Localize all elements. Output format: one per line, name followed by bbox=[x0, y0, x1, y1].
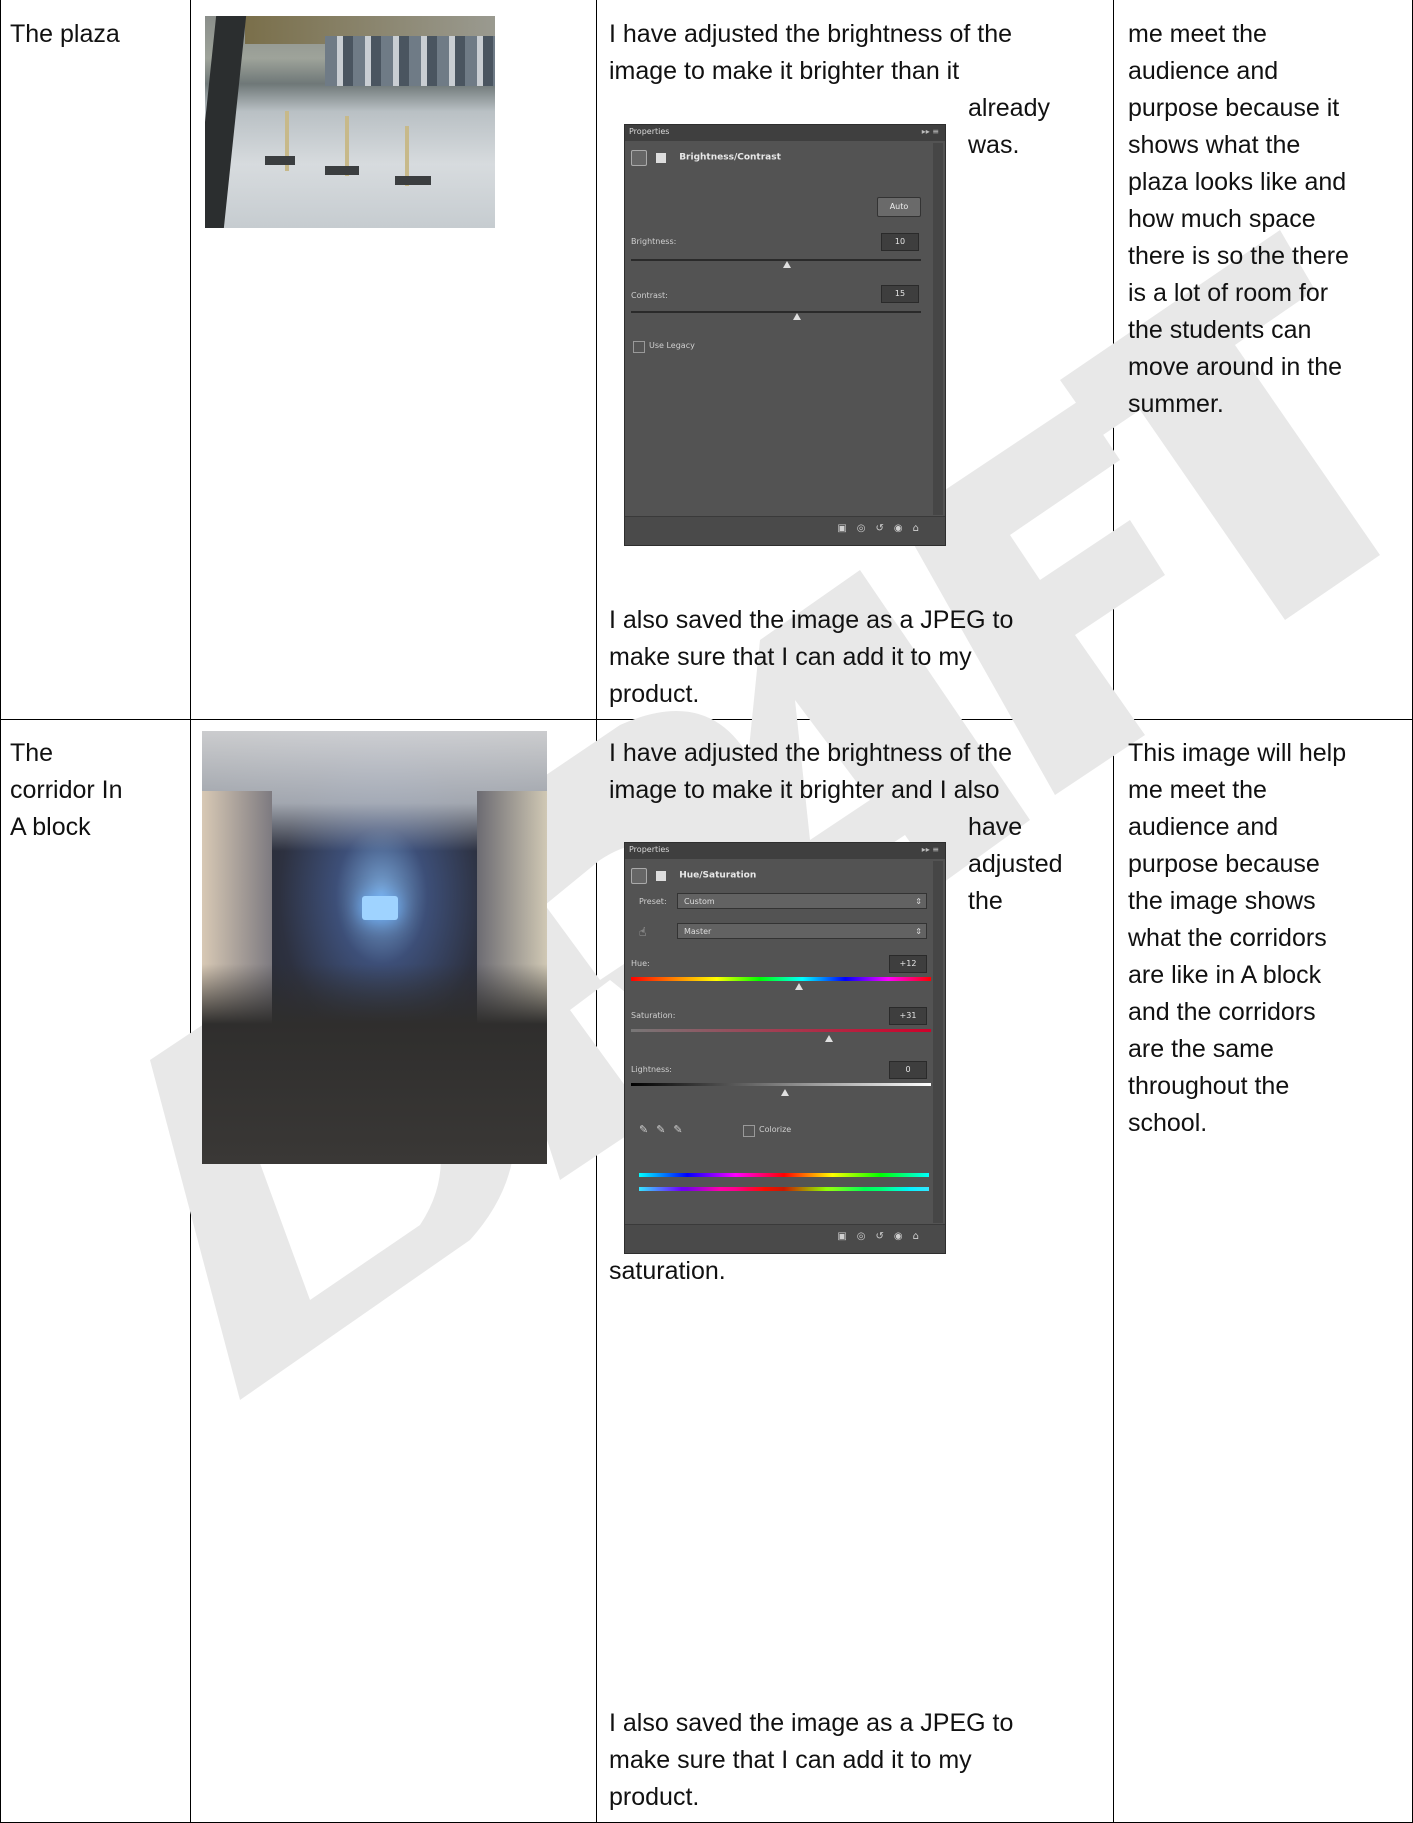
lightness-slider-thumb[interactable] bbox=[781, 1089, 789, 1096]
color-bar-output bbox=[639, 1187, 929, 1191]
panel-menu-icon[interactable]: ▸▸ ≡ bbox=[922, 845, 939, 854]
sun-icon bbox=[631, 149, 647, 166]
colorize-checkbox[interactable] bbox=[743, 1125, 755, 1137]
channel-value: Master bbox=[684, 927, 712, 936]
panel-tabbar: Properties ▸▸ ≡ bbox=[625, 843, 945, 859]
saturation-slider[interactable] bbox=[631, 1029, 931, 1032]
row1-edit-text-top: I have adjusted the brightness of the im… bbox=[609, 20, 1013, 85]
colorize-label: Colorize bbox=[759, 1125, 792, 1134]
row1-reason-text: me meet the audience and purpose because… bbox=[1128, 20, 1349, 418]
photo-light bbox=[362, 896, 398, 920]
corridor-photo bbox=[202, 731, 547, 1164]
contrast-label: Contrast: bbox=[631, 291, 668, 300]
contrast-slider[interactable] bbox=[631, 311, 921, 313]
eyedropper-icons[interactable]: ✎✎✎ bbox=[639, 1123, 691, 1136]
row1-edit-text-bottom: I also saved the image as a JPEG to make… bbox=[609, 606, 1014, 708]
brightness-value[interactable]: 10 bbox=[881, 233, 919, 251]
channel-select[interactable]: Master ⇕ bbox=[677, 923, 927, 939]
hue-icon bbox=[631, 867, 647, 884]
preset-label: Preset: bbox=[639, 897, 667, 906]
brightness-contrast-panel: Properties ▸▸ ≡ Brightness/Contrast Auto… bbox=[624, 124, 946, 546]
color-bar-input bbox=[639, 1173, 929, 1177]
table-border-left bbox=[0, 0, 1, 1823]
brightness-slider-thumb[interactable] bbox=[783, 261, 791, 268]
photo-fence bbox=[205, 16, 247, 228]
lightness-label: Lightness: bbox=[631, 1065, 672, 1074]
mask-icon bbox=[656, 870, 667, 881]
saturation-value[interactable]: +31 bbox=[889, 1007, 927, 1025]
chevron-down-icon: ⇕ bbox=[915, 927, 922, 936]
panel-footer: ▣◎↺◉⌂ bbox=[625, 516, 945, 545]
panel-tab[interactable]: Properties bbox=[629, 127, 669, 136]
panel-header: Hue/Saturation bbox=[631, 865, 925, 887]
mask-icon bbox=[656, 152, 667, 163]
lightness-value[interactable]: 0 bbox=[889, 1061, 927, 1079]
panel-title: Hue/Saturation bbox=[679, 870, 757, 881]
hand-tool-icon[interactable]: ☝ bbox=[639, 925, 646, 939]
preset-select[interactable]: Custom ⇕ bbox=[677, 893, 927, 909]
hue-slider[interactable] bbox=[631, 977, 931, 981]
photo-floor bbox=[202, 964, 547, 1164]
lightness-slider[interactable] bbox=[631, 1083, 931, 1086]
panel-scrollbar[interactable] bbox=[933, 861, 943, 1223]
table-divider-1 bbox=[190, 0, 191, 1823]
row2-reason-text: This image will help me meet the audienc… bbox=[1128, 739, 1347, 1137]
panel-tab[interactable]: Properties bbox=[629, 845, 669, 854]
row1-edit-text-wrap: already was. bbox=[968, 94, 1050, 159]
photo-bench bbox=[325, 166, 359, 175]
panel-footer-icons[interactable]: ▣◎↺◉⌂ bbox=[837, 1231, 929, 1242]
panel-header: Brightness/Contrast bbox=[631, 147, 925, 169]
row1-location-label: The plaza bbox=[10, 20, 120, 48]
contrast-value[interactable]: 15 bbox=[881, 285, 919, 303]
row2-edit-text-bottom: I also saved the image as a JPEG to make… bbox=[609, 1709, 1014, 1811]
chevron-down-icon: ⇕ bbox=[915, 897, 922, 906]
saturation-slider-thumb[interactable] bbox=[825, 1035, 833, 1042]
row2-edit-text-after-panel: saturation. bbox=[609, 1257, 726, 1285]
panel-footer: ▣◎↺◉⌂ bbox=[625, 1224, 945, 1253]
panel-title: Brightness/Contrast bbox=[679, 152, 781, 163]
saturation-label: Saturation: bbox=[631, 1011, 676, 1020]
contrast-slider-thumb[interactable] bbox=[793, 313, 801, 320]
photo-bench bbox=[395, 176, 431, 185]
hue-slider-thumb[interactable] bbox=[795, 983, 803, 990]
panel-menu-icon[interactable]: ▸▸ ≡ bbox=[922, 127, 939, 136]
hue-label: Hue: bbox=[631, 959, 650, 968]
panel-footer-icons[interactable]: ▣◎↺◉⌂ bbox=[837, 523, 929, 534]
brightness-slider[interactable] bbox=[631, 259, 921, 261]
table-divider-3 bbox=[1113, 0, 1114, 1823]
photo-cars bbox=[325, 36, 495, 86]
hue-saturation-panel: Properties ▸▸ ≡ Hue/Saturation Preset: C… bbox=[624, 842, 946, 1254]
auto-button[interactable]: Auto bbox=[877, 197, 921, 217]
plaza-photo bbox=[205, 16, 495, 228]
row2-location-label: The corridor In A block bbox=[10, 739, 123, 841]
panel-tabbar: Properties ▸▸ ≡ bbox=[625, 125, 945, 141]
use-legacy-label: Use Legacy bbox=[649, 341, 695, 350]
hue-value[interactable]: +12 bbox=[889, 955, 927, 973]
row2-edit-text-wrap: have adjusted the bbox=[968, 813, 1063, 915]
panel-scrollbar[interactable] bbox=[933, 143, 943, 515]
table-divider-2 bbox=[596, 0, 597, 1823]
preset-value: Custom bbox=[684, 897, 715, 906]
use-legacy-checkbox[interactable] bbox=[633, 341, 645, 353]
brightness-label: Brightness: bbox=[631, 237, 677, 246]
row2-edit-text-top: I have adjusted the brightness of the im… bbox=[609, 739, 1013, 804]
row-divider bbox=[0, 719, 1413, 720]
photo-bench bbox=[265, 156, 295, 165]
